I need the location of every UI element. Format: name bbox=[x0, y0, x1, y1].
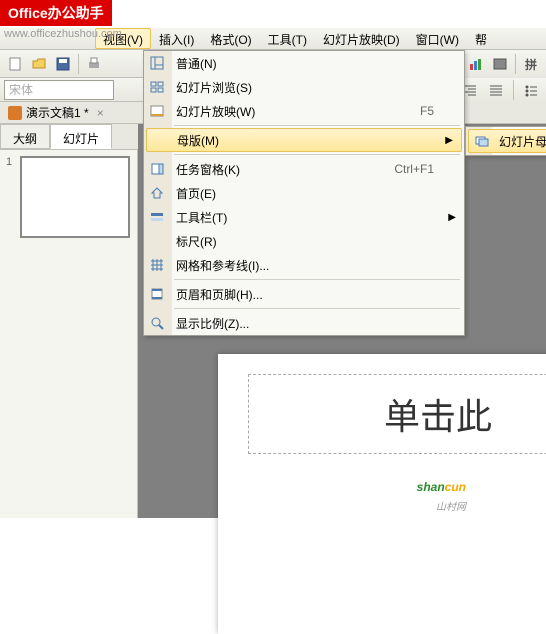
outline-tab[interactable]: 大纲 bbox=[0, 124, 50, 149]
menu-item-home[interactable]: 首页(E) bbox=[144, 181, 464, 205]
open-button[interactable] bbox=[28, 53, 50, 75]
print-button[interactable] bbox=[83, 53, 105, 75]
thumbnail-panel: 1 bbox=[0, 150, 138, 518]
title-textbox[interactable]: 单击此 bbox=[248, 374, 546, 454]
browse-icon bbox=[149, 79, 165, 95]
menu-item-play[interactable]: 幻灯片放映(W) F5 bbox=[144, 99, 464, 123]
spellcheck-button[interactable]: 拼 bbox=[520, 53, 542, 75]
menu-item-zoom[interactable]: 显示比例(Z)... bbox=[144, 311, 464, 335]
menu-label: 普通(N) bbox=[176, 55, 217, 72]
toolbar-icon bbox=[149, 209, 165, 225]
submenu-arrow-icon: ▶ bbox=[445, 135, 453, 146]
menu-tools[interactable]: 工具(T) bbox=[260, 28, 315, 49]
watermark-text: shan bbox=[417, 480, 445, 494]
menu-label: 网格和参考线(I)... bbox=[176, 257, 269, 274]
media-button[interactable] bbox=[489, 53, 511, 75]
menu-label: 幻灯片放映(W) bbox=[176, 103, 255, 120]
watermark-bottom-right: shancun 山村网 bbox=[417, 470, 466, 513]
new-doc-button[interactable] bbox=[4, 53, 26, 75]
menu-label: 显示比例(Z)... bbox=[176, 315, 249, 332]
menu-insert[interactable]: 插入(I) bbox=[151, 28, 202, 49]
slide-thumbnail[interactable]: 1 bbox=[6, 156, 131, 238]
font-name-combo[interactable]: 宋体 bbox=[4, 80, 114, 100]
menu-item-browse[interactable]: 幻灯片浏览(S) bbox=[144, 75, 464, 99]
zoom-icon bbox=[149, 315, 165, 331]
separator bbox=[513, 80, 514, 100]
bullets-button[interactable] bbox=[520, 79, 542, 101]
menu-label: 页眉和页脚(H)... bbox=[176, 286, 263, 303]
menu-separator bbox=[174, 154, 460, 155]
submenu-item-slide-master[interactable]: 幻灯片母版(S) bbox=[468, 129, 546, 153]
watermark-subtext: 山村网 bbox=[417, 498, 466, 513]
menu-label: 首页(E) bbox=[176, 185, 216, 202]
slide-canvas[interactable]: 单击此 bbox=[218, 354, 546, 634]
submenu-label: 幻灯片母版(S) bbox=[499, 133, 546, 150]
watermark-badge: Office办公助手 bbox=[0, 0, 112, 26]
align-justify-button[interactable] bbox=[485, 79, 507, 101]
home-icon bbox=[149, 185, 165, 201]
menu-label: 标尺(R) bbox=[176, 233, 217, 250]
grid-icon bbox=[149, 257, 165, 273]
separator bbox=[78, 54, 79, 74]
slide-master-icon bbox=[474, 133, 490, 149]
play-icon bbox=[149, 103, 165, 119]
menu-item-master[interactable]: 母版(M) ▶ bbox=[146, 128, 462, 152]
watermark-url: www.officezhushou.com bbox=[0, 26, 126, 42]
menu-item-header[interactable]: 页眉和页脚(H)... bbox=[144, 282, 464, 306]
menu-separator bbox=[174, 125, 460, 126]
document-tab[interactable]: 演示文稿1 * × bbox=[8, 104, 104, 121]
menu-item-ruler[interactable]: 标尺(R) bbox=[144, 229, 464, 253]
slides-tab[interactable]: 幻灯片 bbox=[50, 124, 112, 149]
normal-view-icon bbox=[149, 55, 165, 71]
save-button[interactable] bbox=[52, 53, 74, 75]
menu-label: 母版(M) bbox=[177, 132, 219, 149]
menu-slideshow[interactable]: 幻灯片放映(D) bbox=[315, 28, 408, 49]
header-footer-icon bbox=[149, 286, 165, 302]
menu-item-normal[interactable]: 普通(N) bbox=[144, 51, 464, 75]
menu-item-toolbar[interactable]: 工具栏(T) ▶ bbox=[144, 205, 464, 229]
shortcut-label: Ctrl+F1 bbox=[394, 162, 434, 176]
watermark-text: cun bbox=[445, 480, 466, 494]
menu-label: 幻灯片浏览(S) bbox=[176, 79, 252, 96]
menu-window[interactable]: 窗口(W) bbox=[408, 28, 467, 49]
menu-format[interactable]: 格式(O) bbox=[202, 28, 259, 49]
slide-number: 1 bbox=[6, 156, 12, 168]
separator bbox=[515, 54, 516, 74]
view-menu-dropdown: 普通(N) 幻灯片浏览(S) 幻灯片放映(W) F5 母版(M) ▶ 任务窗格(… bbox=[143, 50, 465, 336]
menu-help[interactable]: 帮 bbox=[467, 28, 495, 49]
slide-thumbnail-image bbox=[20, 156, 130, 238]
master-submenu: 幻灯片母版(S) bbox=[465, 126, 546, 156]
presentation-icon bbox=[8, 106, 22, 120]
taskpane-icon bbox=[149, 161, 165, 177]
menu-item-taskpane[interactable]: 任务窗格(K) Ctrl+F1 bbox=[144, 157, 464, 181]
document-name: 演示文稿1 * bbox=[26, 104, 89, 121]
title-placeholder-text: 单击此 bbox=[384, 388, 492, 440]
menu-item-grid[interactable]: 网格和参考线(I)... bbox=[144, 253, 464, 277]
shortcut-label: F5 bbox=[420, 104, 434, 118]
menu-label: 任务窗格(K) bbox=[176, 161, 240, 178]
view-tabs: 大纲 幻灯片 bbox=[0, 124, 138, 150]
close-icon[interactable]: × bbox=[97, 106, 104, 120]
menu-separator bbox=[174, 308, 460, 309]
watermark-top-left: Office办公助手 www.officezhushou.com bbox=[0, 0, 126, 42]
chart-button[interactable] bbox=[465, 53, 487, 75]
submenu-arrow-icon: ▶ bbox=[448, 212, 456, 223]
menu-label: 工具栏(T) bbox=[176, 209, 227, 226]
menu-separator bbox=[174, 279, 460, 280]
